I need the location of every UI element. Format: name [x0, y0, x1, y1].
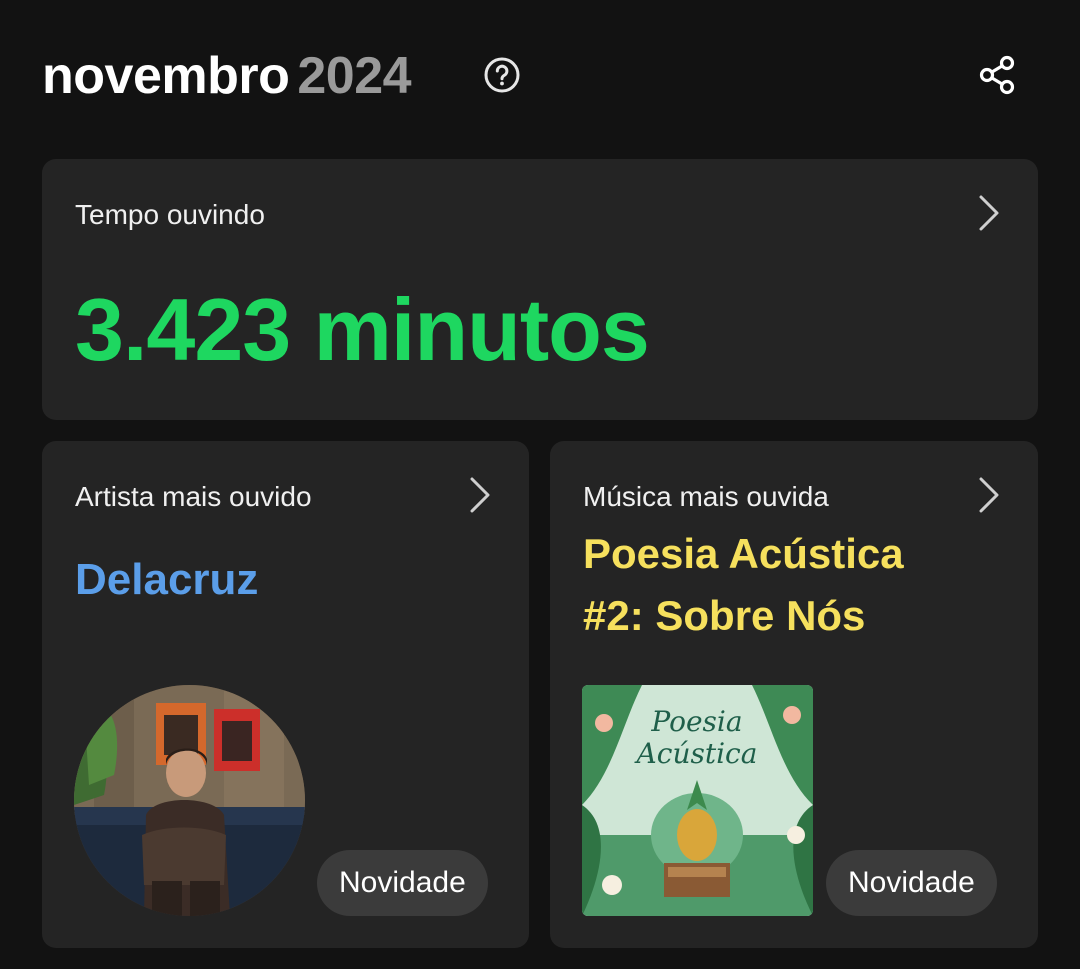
top-artist-name: Delacruz [75, 555, 259, 604]
artist-avatar [74, 685, 305, 916]
year-label: 2024 [297, 47, 412, 105]
page-title: novembro 2024 [42, 46, 412, 106]
top-song-label: Música mais ouvida [583, 481, 829, 512]
help-circle-icon[interactable] [484, 57, 520, 93]
chevron-right-icon[interactable] [977, 193, 1001, 233]
chevron-right-icon[interactable] [977, 475, 1001, 515]
cover-text-line2: Acústica [634, 737, 758, 770]
share-icon[interactable] [976, 54, 1018, 96]
cover-text-line1: Poesia [650, 705, 742, 738]
listening-time-label: Tempo ouvindo [75, 199, 265, 230]
new-badge: Novidade [826, 850, 997, 916]
stats-header: novembro 2024 [42, 46, 1038, 110]
top-song-title-line2: #2: Sobre Nós [583, 592, 866, 639]
new-badge: Novidade [317, 850, 488, 916]
chevron-right-icon[interactable] [468, 475, 492, 515]
top-song-card[interactable]: Música mais ouvida Poesia Acústica #2: S… [550, 441, 1038, 948]
listening-time-value: 3.423 minutos [75, 280, 650, 379]
top-song-title: Poesia Acústica #2: Sobre Nós [583, 523, 963, 647]
top-song-title-line1: Poesia Acústica [583, 530, 904, 577]
top-artist-card[interactable]: Artista mais ouvido Delacruz Novidade [42, 441, 529, 948]
listening-time-card[interactable]: Tempo ouvindo 3.423 minutos [42, 159, 1038, 420]
album-cover: Poesia Acústica [582, 685, 813, 916]
month-label: novembro [42, 47, 290, 105]
top-artist-label: Artista mais ouvido [75, 481, 312, 512]
